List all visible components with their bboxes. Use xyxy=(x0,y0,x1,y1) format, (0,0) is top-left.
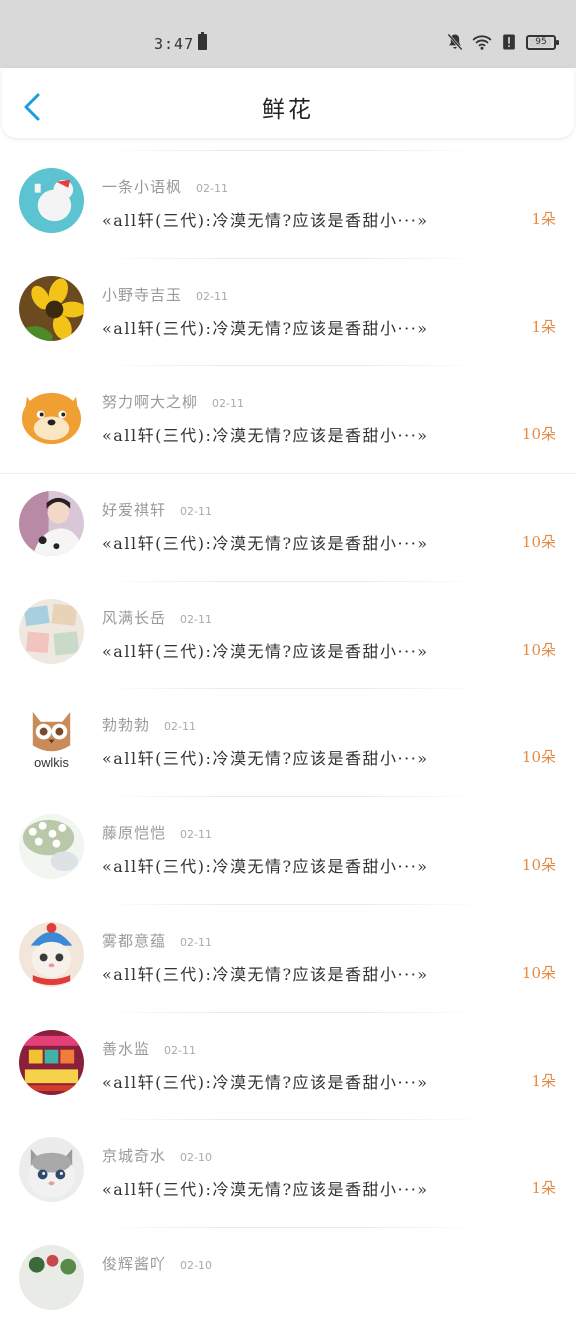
battery-saver-icon xyxy=(198,32,207,50)
page-title: 鲜花 xyxy=(262,97,314,123)
message: «all轩(三代):冷漠无情?应该是香甜小···» xyxy=(102,749,429,769)
username: 一条小语枫 02-11 xyxy=(102,176,228,197)
username-text: 努力啊大之柳 xyxy=(102,393,199,412)
username-text: 小野寺吉玉 xyxy=(102,285,183,304)
flower-count: 10朵 xyxy=(521,963,556,982)
list-item[interactable]: 藤原恺恺 02-11 «all轩(三代):冷漠无情?应该是香甜小···» 10朵 xyxy=(0,796,576,904)
username-text: 一条小语枫 xyxy=(102,178,183,196)
battery-icon: 95 xyxy=(526,34,559,50)
divider xyxy=(100,365,485,367)
list-item[interactable]: 京城奇水 02-10 «all轩(三代):冷漠无情?应该是香甜小···» 1朵 xyxy=(0,1119,576,1227)
username-text: 好爱祺轩 xyxy=(102,501,167,520)
avatar-sunflower xyxy=(19,275,84,341)
list-item[interactable]: 好爱祺轩 02-11 «all轩(三代):冷漠无情?应该是香甜小···» 10朵 xyxy=(0,473,576,581)
username: 雾都意蕴 02-11 xyxy=(102,930,212,951)
avatar-cat xyxy=(19,1137,84,1203)
flower-count: 1朵 xyxy=(531,317,556,336)
list-item[interactable]: 善水监 02-11 «all轩(三代):冷漠无情?应该是香甜小···» 1朵 xyxy=(0,1011,576,1120)
battery-level: 95 xyxy=(535,37,547,47)
avatar-collage xyxy=(19,598,84,664)
username: 小野寺吉玉 02-11 xyxy=(102,284,228,305)
message: «all轩(三代):冷漠无情?应该是香甜小···» xyxy=(102,534,429,554)
date: 02-11 xyxy=(180,828,212,842)
username: 风满长岳 02-11 xyxy=(102,607,212,628)
avatar-doge xyxy=(19,383,84,449)
status-time: 3:47 xyxy=(154,35,195,53)
list-item[interactable]: 俊辉酱吖 02-10 xyxy=(0,1226,576,1335)
divider xyxy=(100,688,485,690)
username: 好爱祺轩 02-11 xyxy=(102,499,212,520)
date: 02-11 xyxy=(180,505,212,519)
list-item[interactable]: 小野寺吉玉 02-11 «all轩(三代):冷漠无情?应该是香甜小···» 1朵 xyxy=(0,257,576,366)
avatar-partial xyxy=(19,1244,84,1310)
username: 藤原恺恺 02-11 xyxy=(102,822,212,843)
message: «all轩(三代):冷漠无情?应该是香甜小···» xyxy=(102,1180,429,1200)
flower-count: 10朵 xyxy=(521,640,556,659)
message: «all轩(三代):冷漠无情?应该是香甜小···» xyxy=(102,211,429,230)
divider xyxy=(100,1011,485,1013)
message: «all轩(三代):冷漠无情?应该是香甜小···» xyxy=(102,426,429,446)
list-item[interactable]: 雾都意蕴 02-11 «all轩(三代):冷漠无情?应该是香甜小···» 10朵 xyxy=(0,903,576,1012)
list-item[interactable]: 一条小语枫 02-11 «all轩(三代):冷漠无情?应该是香甜小···» 1朵 xyxy=(0,150,576,258)
divider xyxy=(100,150,485,151)
date: 02-11 xyxy=(164,720,196,734)
notifications-off-icon xyxy=(447,33,463,51)
flower-count: 1朵 xyxy=(531,1071,556,1090)
username-text: 善水监 xyxy=(102,1039,151,1058)
alert-icon xyxy=(503,34,515,50)
message: «all轩(三代):冷漠无情?应该是香甜小···» xyxy=(102,964,429,984)
avatar-owl-logo: owlkis xyxy=(19,706,84,772)
date: 02-11 xyxy=(164,1043,196,1057)
message: «all轩(三代):冷漠无情?应该是香甜小···» xyxy=(102,641,429,661)
flower-count: 1朵 xyxy=(531,1179,556,1198)
avatar-cat-hat xyxy=(19,921,84,987)
divider xyxy=(100,796,485,798)
message: «all轩(三代):冷漠无情?应该是香甜小···» xyxy=(102,857,429,877)
wifi-icon xyxy=(472,35,492,50)
avatar-graphic xyxy=(19,1029,84,1095)
list-item[interactable]: 风满长岳 02-11 «all轩(三代):冷漠无情?应该是香甜小···» 10朵 xyxy=(0,580,576,689)
list-item[interactable]: owlkis 勃勃勃 02-11 «all轩(三代):冷漠无情?应该是香甜小···… xyxy=(0,688,576,796)
username-text: 雾都意蕴 xyxy=(102,931,167,950)
divider xyxy=(100,257,485,259)
username: 努力啊大之柳 02-11 xyxy=(102,391,244,412)
username: 俊辉酱吖 02-10 xyxy=(102,1253,212,1274)
date: 02-11 xyxy=(180,612,212,626)
username-text: 藤原恺恺 xyxy=(102,824,167,843)
username: 善水监 02-11 xyxy=(102,1038,196,1059)
divider xyxy=(100,1119,485,1121)
username: 勃勃勃 02-11 xyxy=(102,714,196,735)
date: 02-11 xyxy=(196,289,228,303)
divider xyxy=(100,903,485,905)
avatar-photo xyxy=(19,491,84,557)
username-text: 京城奇水 xyxy=(102,1147,167,1166)
username: 京城奇水 02-10 xyxy=(102,1145,212,1166)
flower-count: 10朵 xyxy=(521,748,556,767)
status-bar: 3:47 95 xyxy=(0,0,576,68)
date: 02-10 xyxy=(180,1151,212,1165)
date: 02-11 xyxy=(180,935,212,949)
username-text: 风满长岳 xyxy=(102,608,167,627)
date: 02-11 xyxy=(212,397,244,411)
date: 02-10 xyxy=(180,1258,212,1272)
flower-list: 一条小语枫 02-11 «all轩(三代):冷漠无情?应该是香甜小···» 1朵 … xyxy=(0,150,576,1335)
divider xyxy=(0,473,576,475)
list-item[interactable]: 努力啊大之柳 02-11 «all轩(三代):冷漠无情?应该是香甜小···» 10… xyxy=(0,365,576,473)
flower-count: 10朵 xyxy=(521,856,556,875)
owl-logo-text: owlkis xyxy=(34,755,69,770)
flower-count: 10朵 xyxy=(521,425,556,444)
divider xyxy=(100,580,485,582)
flower-count: 10朵 xyxy=(521,533,556,552)
status-icons: 95 xyxy=(445,31,559,53)
nav-bar: 鲜花 xyxy=(2,68,574,138)
avatar-elephant xyxy=(19,168,84,233)
message: «all轩(三代):冷漠无情?应该是香甜小···» xyxy=(102,318,429,338)
username-text: 俊辉酱吖 xyxy=(102,1254,167,1273)
flower-count: 1朵 xyxy=(531,210,556,228)
message: «all轩(三代):冷漠无情?应该是香甜小···» xyxy=(102,1072,429,1092)
username-text: 勃勃勃 xyxy=(102,716,151,735)
avatar-flowers xyxy=(19,814,84,880)
date: 02-11 xyxy=(196,182,228,195)
divider xyxy=(100,1226,485,1228)
